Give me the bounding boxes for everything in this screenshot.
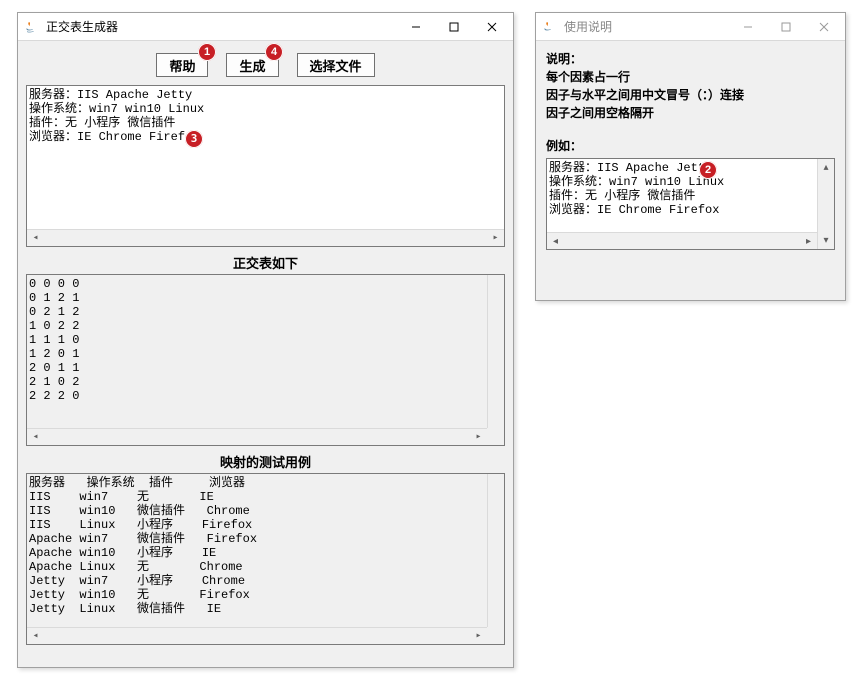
testcases-textarea[interactable]: 服务器 操作系统 插件 浏览器 IIS win7 无 IE IIS win10 …	[26, 473, 505, 645]
scroll-up-icon[interactable]: ▴	[818, 159, 835, 176]
scroll-left-icon[interactable]: ◂	[547, 233, 564, 250]
minimize-button[interactable]	[397, 15, 435, 39]
choose-file-button[interactable]: 选择文件	[297, 53, 375, 77]
help-example-textarea[interactable]: 服务器：IIS Apache Jetty 操作系统：win7 win10 Lin…	[546, 158, 835, 250]
scroll-left-icon[interactable]: ◂	[27, 230, 44, 247]
help-h-scrollbar[interactable]: ◂ ▸	[547, 232, 817, 249]
badge-3: 3	[185, 130, 203, 148]
scroll-track[interactable]	[564, 233, 800, 250]
java-icon	[24, 19, 40, 35]
help-v-scrollbar[interactable]: ▴ ▾	[817, 159, 834, 249]
scroll-right-icon[interactable]: ▸	[487, 230, 504, 247]
scroll-track[interactable]	[44, 230, 487, 247]
main-title: 正交表生成器	[46, 18, 397, 35]
orthogonal-v-scrollbar[interactable]	[487, 275, 504, 428]
orthogonal-text: 0 0 0 0 0 1 2 1 0 2 1 2 1 0 2 2 1 1 1 0 …	[29, 277, 502, 403]
testcases-v-scrollbar[interactable]	[487, 474, 504, 627]
close-button[interactable]	[805, 15, 843, 39]
help-title: 使用说明	[564, 18, 729, 35]
minimize-button[interactable]	[729, 15, 767, 39]
help-titlebar[interactable]: 使用说明	[536, 13, 845, 41]
window-controls	[397, 15, 511, 39]
section-testcases-label: 映射的测试用例	[26, 446, 505, 473]
java-icon	[542, 19, 558, 35]
help-desc-line3: 因子之间用空格隔开	[546, 104, 835, 121]
help-desc-label: 说明：	[546, 50, 835, 67]
scroll-right-icon[interactable]: ▸	[470, 429, 487, 446]
main-titlebar[interactable]: 正交表生成器	[18, 13, 513, 41]
section-orthogonal-label: 正交表如下	[26, 247, 505, 274]
input-text[interactable]: 服务器：IIS Apache Jetty 操作系统：win7 win10 Lin…	[29, 88, 502, 144]
scroll-right-icon[interactable]: ▸	[470, 628, 487, 645]
scroll-track[interactable]	[44, 429, 470, 446]
orthogonal-textarea[interactable]: 0 0 0 0 0 1 2 1 0 2 1 2 1 0 2 2 1 1 1 0 …	[26, 274, 505, 446]
help-desc-line2: 因子与水平之间用中文冒号（：）连接	[546, 86, 835, 103]
scroll-right-icon[interactable]: ▸	[800, 233, 817, 250]
badge-1: 1	[198, 43, 216, 61]
input-textarea[interactable]: 服务器：IIS Apache Jetty 操作系统：win7 win10 Lin…	[26, 85, 505, 247]
scroll-track[interactable]	[44, 628, 470, 645]
help-desc-line1: 每个因素占一行	[546, 68, 835, 85]
testcases-text: 服务器 操作系统 插件 浏览器 IIS win7 无 IE IIS win10 …	[29, 476, 502, 616]
help-window-controls	[729, 15, 843, 39]
toolbar: 1 4 帮助 生成 选择文件	[18, 41, 513, 85]
maximize-button[interactable]	[435, 15, 473, 39]
maximize-button[interactable]	[767, 15, 805, 39]
testcases-h-scrollbar[interactable]: ◂ ▸	[27, 627, 487, 644]
help-window: 使用说明 说明： 每个因素占一行 因子与水平之间用中文冒号（：）连接 因子之间用…	[535, 12, 846, 301]
badge-2: 2	[699, 161, 717, 179]
scroll-left-icon[interactable]: ◂	[27, 628, 44, 645]
orthogonal-h-scrollbar[interactable]: ◂ ▸	[27, 428, 487, 445]
help-body: 说明： 每个因素占一行 因子与水平之间用中文冒号（：）连接 因子之间用空格隔开 …	[536, 41, 845, 260]
badge-4: 4	[265, 43, 283, 61]
input-h-scrollbar[interactable]: ◂ ▸	[27, 229, 504, 246]
main-window: 正交表生成器 1 4 帮助 生成 选择文件 服务器：IIS Apache Jet…	[17, 12, 514, 668]
scroll-left-icon[interactable]: ◂	[27, 429, 44, 446]
scroll-down-icon[interactable]: ▾	[818, 232, 835, 249]
help-example-label: 例如：	[546, 137, 835, 154]
close-button[interactable]	[473, 15, 511, 39]
help-example-text: 服务器：IIS Apache Jetty 操作系统：win7 win10 Lin…	[547, 159, 834, 219]
